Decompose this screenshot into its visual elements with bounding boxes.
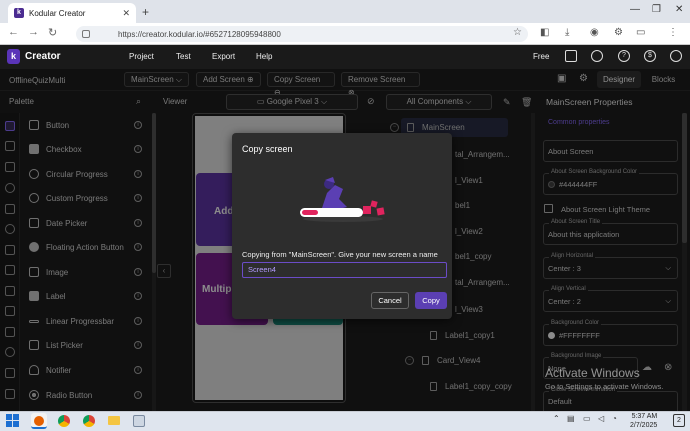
chrome-taskbar-icon[interactable] (56, 413, 72, 429)
copy-illustration (300, 177, 385, 222)
activate-windows-hint: Go to Settings to activate Windows. (545, 382, 664, 391)
volume-icon[interactable]: ◁ (598, 414, 604, 423)
kodular-logo: k (7, 49, 20, 64)
maximize-icon[interactable]: ❐ (652, 4, 661, 15)
account-icon[interactable] (670, 50, 682, 62)
network-icon[interactable]: ▤ (567, 414, 575, 423)
plan-free-label[interactable]: Free (533, 52, 549, 61)
file-explorer-icon[interactable] (106, 413, 122, 429)
forward-icon[interactable]: → (28, 26, 39, 38)
clock-date: 2/7/2025 (630, 422, 658, 429)
brand-title: Creator (25, 51, 61, 62)
tray-chevron-icon[interactable]: ⌃ (553, 414, 560, 423)
clock-time: 5:37 AM (631, 413, 658, 420)
back-icon[interactable]: ← (8, 26, 19, 38)
bookmark-star-icon[interactable]: ☆ (513, 27, 522, 38)
cancel-button[interactable]: Cancel (371, 292, 409, 309)
tab-title: Kodular Creator (29, 8, 86, 18)
profile-icon[interactable]: ◉ (590, 27, 599, 38)
close-tab-icon[interactable]: ✕ (122, 8, 130, 19)
notification-center-badge[interactable]: 2 (673, 414, 685, 427)
app-header (0, 45, 690, 69)
help-icon[interactable]: ? (618, 50, 630, 62)
minimize-icon[interactable]: — (630, 4, 640, 15)
more-menu-icon[interactable]: ⋮ (668, 27, 678, 38)
url-field[interactable]: https://creator.kodular.io/#652712809594… (76, 26, 528, 42)
menu-test[interactable]: Test (176, 52, 191, 61)
reload-icon[interactable]: ↻ (48, 26, 57, 39)
firefox-taskbar-icon[interactable] (31, 413, 47, 429)
taskbar-clock[interactable]: 5:37 AM 2/7/2025 (630, 412, 657, 430)
notification-bell-icon[interactable] (591, 50, 603, 62)
dialog-message: Copying from "MainScreen". Give your new… (242, 250, 438, 259)
new-screen-name-input[interactable]: Screen4 (242, 262, 447, 278)
download-icon[interactable]: ⤓ (565, 27, 569, 38)
dialog-title: Copy screen (242, 144, 293, 154)
menu-help[interactable]: Help (256, 52, 272, 61)
windows-start-icon[interactable] (6, 414, 19, 427)
browser-tab[interactable]: k Kodular Creator ✕ (8, 3, 136, 23)
menu-project[interactable]: Project (129, 52, 154, 61)
extension-icon[interactable]: ◧ (540, 27, 549, 38)
url-text: https://creator.kodular.io/#652712809594… (118, 29, 281, 39)
sidebar-icon[interactable]: ▭ (636, 27, 645, 38)
kodular-favicon-icon: k (14, 8, 24, 18)
menu-export[interactable]: Export (212, 52, 235, 61)
site-info-icon[interactable] (82, 30, 90, 38)
chrome-taskbar-icon-2[interactable] (81, 413, 97, 429)
copy-button[interactable]: Copy (415, 292, 447, 309)
activate-windows-watermark: Activate Windows (545, 366, 640, 380)
settings-icon[interactable]: ⚙ (614, 27, 623, 38)
folder-icon[interactable] (565, 50, 577, 62)
wifi-icon[interactable]: ◔ (612, 414, 617, 423)
new-tab-button[interactable]: + (142, 5, 149, 19)
close-window-icon[interactable]: ✕ (675, 4, 683, 15)
battery-icon[interactable]: ▭ (583, 414, 591, 423)
dollar-icon[interactable]: $ (644, 50, 656, 62)
app-taskbar-icon[interactable] (131, 413, 147, 429)
